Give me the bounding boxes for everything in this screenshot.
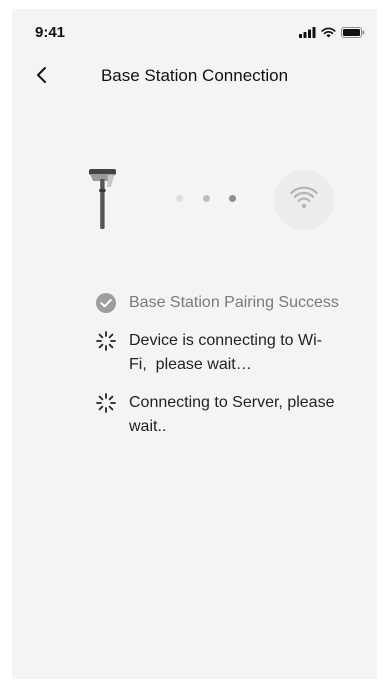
spinner-icon (94, 391, 118, 415)
wifi-icon (321, 25, 336, 43)
connection-status-list: Base Station Pairing Success Device is c… (94, 291, 364, 453)
progress-dot (203, 195, 210, 202)
status-text: Base Station Pairing Success (129, 294, 339, 311)
status-text: Device is connecting to Wi-Fi, please wa… (129, 332, 322, 373)
wifi-circle (274, 170, 334, 230)
status-row: Connecting to Server, please wait.. (94, 391, 364, 439)
status-time: 9:41 (35, 24, 66, 41)
app-screen: 9:41 Base Station Connection Base Statio… (12, 9, 377, 679)
spinner-icon (94, 329, 118, 353)
status-row: Device is connecting to Wi-Fi, please wa… (94, 329, 364, 377)
page-title: Base Station Connection (100, 66, 289, 85)
status-icons (299, 25, 365, 43)
status-text: Connecting to Server, please wait.. (129, 394, 335, 435)
base-station-pole-icon (84, 167, 120, 236)
progress-dot (229, 195, 236, 202)
nav-bar: Base Station Connection (12, 53, 377, 97)
progress-dot (176, 195, 183, 202)
wifi-icon (290, 186, 318, 215)
status-row: Base Station Pairing Success (94, 291, 364, 315)
check-circle-icon (94, 291, 118, 315)
status-bar: 9:41 (12, 9, 377, 53)
battery-icon (341, 25, 365, 43)
signal-icon (299, 25, 316, 43)
